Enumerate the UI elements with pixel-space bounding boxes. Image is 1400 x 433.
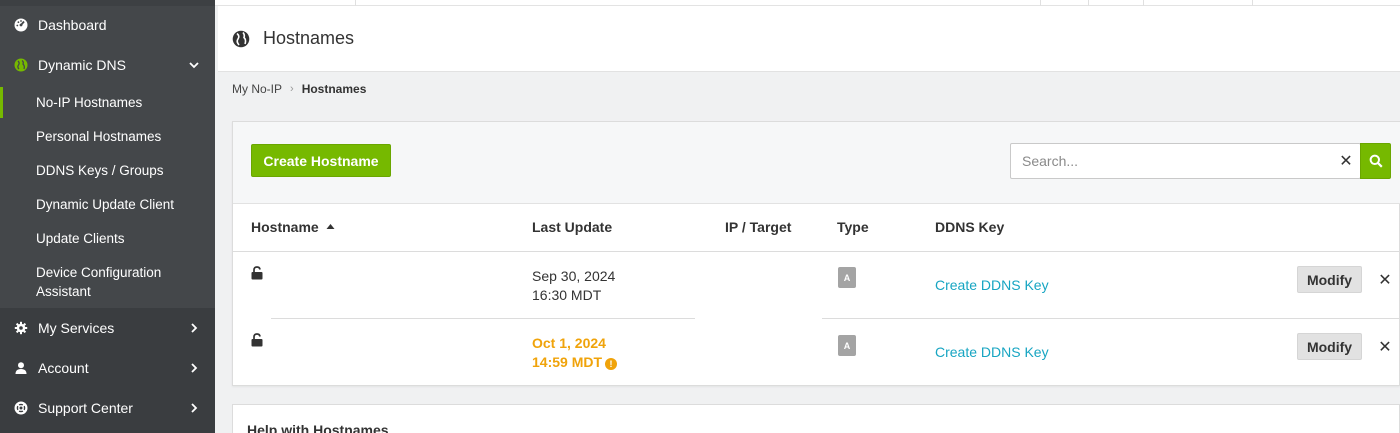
sort-up-icon — [326, 224, 335, 229]
sidebar-item-dashboard[interactable]: Dashboard — [0, 14, 215, 36]
sidebar-item-label: Account — [38, 360, 89, 376]
search-input[interactable] — [1011, 144, 1331, 178]
user-icon — [14, 361, 28, 375]
last-update-time: 16:30 MDT — [532, 287, 602, 303]
column-header-ddns-key[interactable]: DDNS Key — [935, 219, 1004, 235]
header-divider — [233, 251, 1400, 252]
last-update-date: Sep 30, 2024 — [532, 268, 616, 284]
close-icon[interactable]: ✕ — [1337, 152, 1355, 170]
row-divider — [271, 318, 488, 319]
sidebar-item-personal-hostnames[interactable]: Personal Hostnames — [0, 127, 215, 146]
last-update-time: 14:59 MDT — [532, 354, 603, 370]
sidebar-item-label: My Services — [38, 320, 115, 336]
help-card: Help with Hostnames — [232, 404, 1400, 433]
chevron-right-icon — [191, 363, 198, 373]
sidebar-item-update-clients[interactable]: Update Clients — [0, 229, 215, 248]
sidebar-item-label: Dynamic DNS — [38, 57, 126, 73]
breadcrumb: My No-IP › Hostnames — [218, 73, 1400, 104]
last-update-date: Oct 1, 2024 — [532, 335, 606, 351]
sidebar-item-label: Support Center — [38, 400, 133, 416]
sidebar-item-dynamic-dns[interactable]: Dynamic DNS — [0, 54, 215, 76]
close-icon[interactable]: ✕ — [1378, 272, 1392, 289]
close-icon[interactable]: ✕ — [1378, 339, 1392, 356]
sidebar-item-ddns-keys-groups[interactable]: DDNS Keys / Groups — [0, 161, 215, 180]
chevron-right-icon — [191, 403, 198, 413]
column-header-type[interactable]: Type — [837, 219, 869, 235]
help-title: Help with Hostnames — [247, 422, 389, 433]
modify-button[interactable]: Modify — [1297, 333, 1362, 360]
lock-icon — [251, 333, 263, 347]
column-header-ip-target[interactable]: IP / Target — [725, 219, 791, 235]
last-update-time-wrap: 14:59 MDT! — [532, 353, 618, 372]
lock-icon — [251, 266, 263, 280]
globe-icon — [232, 30, 250, 47]
modify-button[interactable]: Modify — [1297, 266, 1362, 293]
dashboard-icon — [14, 18, 28, 32]
hostnames-card: Create Hostname ✕ Hostname Last Update I… — [232, 121, 1400, 386]
sidebar-item-device-configuration-assistant[interactable]: Assistant — [0, 282, 215, 301]
warning-icon[interactable]: ! — [605, 358, 618, 370]
breadcrumb-link-my-noip[interactable]: My No-IP — [232, 82, 282, 96]
card-toolbar: Create Hostname ✕ — [233, 122, 1400, 204]
sidebar-item-noip-hostnames[interactable]: No-IP Hostnames — [0, 87, 215, 118]
sidebar-item-label: Dashboard — [38, 17, 107, 33]
breadcrumb-separator-icon: › — [290, 82, 294, 95]
sidebar-item-account[interactable]: Account — [0, 357, 215, 379]
record-type-badge: A — [838, 335, 856, 356]
sidebar-item-dynamic-update-client[interactable]: Dynamic Update Client — [0, 195, 215, 214]
chevron-right-icon — [191, 323, 198, 333]
gear-icon — [14, 321, 28, 335]
sidebar-item-support-center[interactable]: Support Center — [0, 397, 215, 419]
column-header-hostname[interactable]: Hostname — [251, 219, 335, 235]
sidebar: Dashboard Dynamic DNS No-IP Hostnames Pe… — [0, 0, 215, 433]
page-header: Hostnames — [218, 6, 1400, 72]
search-icon — [1369, 154, 1383, 168]
page-title: Hostnames — [263, 28, 355, 48]
lifebuoy-icon — [14, 401, 28, 415]
breadcrumb-current: Hostnames — [301, 81, 367, 96]
sidebar-item-my-services[interactable]: My Services — [0, 317, 215, 339]
column-header-label: Hostname — [251, 219, 319, 235]
chevron-down-icon[interactable] — [187, 58, 201, 72]
globe-icon — [14, 58, 28, 72]
record-type-badge: A — [838, 267, 856, 288]
create-ddns-key-link[interactable]: Create DDNS Key — [935, 277, 1049, 293]
create-ddns-key-link[interactable]: Create DDNS Key — [935, 344, 1049, 360]
column-header-last-update[interactable]: Last Update — [532, 219, 612, 235]
sidebar-item-device-configuration[interactable]: Device Configuration — [0, 263, 215, 282]
create-hostname-button[interactable]: Create Hostname — [251, 144, 391, 177]
row-divider — [488, 318, 695, 319]
row-divider — [822, 318, 1400, 319]
search-box: ✕ — [1010, 143, 1361, 179]
search-button[interactable] — [1360, 143, 1391, 179]
